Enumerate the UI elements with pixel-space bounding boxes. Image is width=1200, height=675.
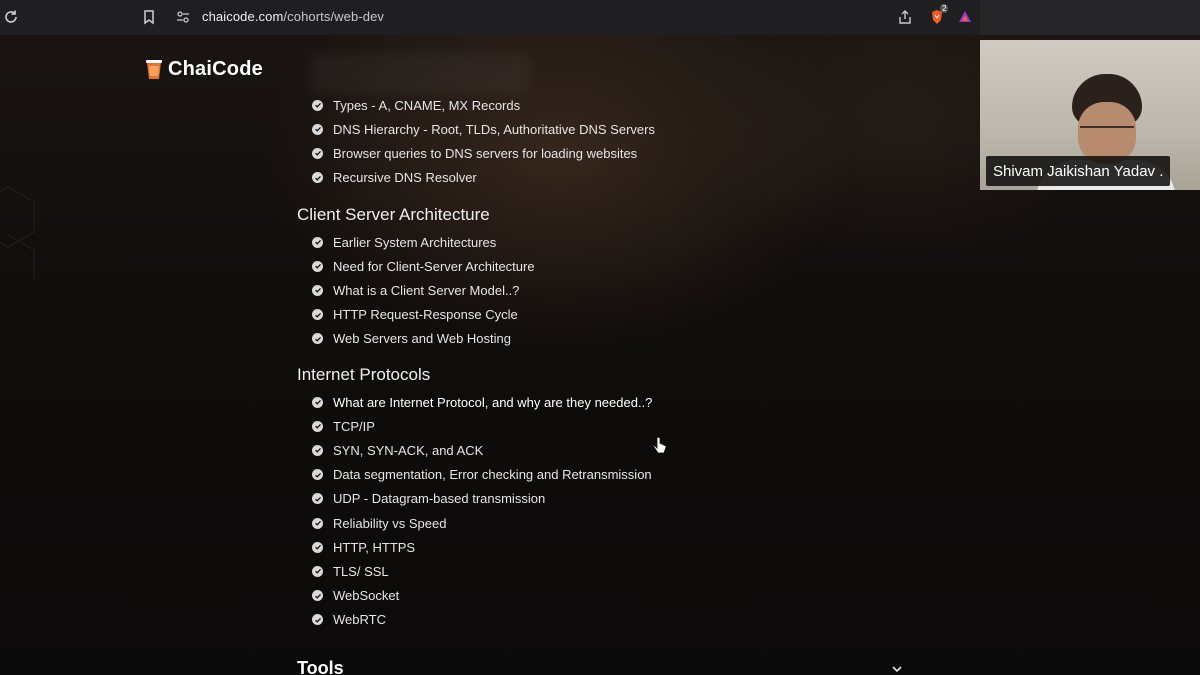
- section-title-tools[interactable]: Tools: [297, 658, 344, 675]
- share-icon[interactable]: [894, 6, 916, 28]
- site-settings-icon[interactable]: [172, 6, 194, 28]
- check-circle-icon: [312, 396, 323, 408]
- check-circle-icon: [312, 236, 323, 248]
- check-circle-icon: [312, 541, 323, 553]
- list-item-label: Need for Client-Server Architecture: [333, 258, 535, 274]
- internet-protocol-topics-list: What are Internet Protocol, and why are …: [312, 390, 652, 632]
- address-bar-url[interactable]: chaicode.com/cohorts/web-dev: [202, 9, 384, 24]
- list-item: Types - A, CNAME, MX Records: [312, 93, 655, 117]
- check-circle-icon: [312, 284, 323, 296]
- check-circle-icon: [312, 333, 323, 345]
- faded-heading: [310, 53, 530, 93]
- list-item: What is a Client Server Model..?: [312, 278, 535, 302]
- check-circle-icon: [312, 420, 323, 432]
- list-item-label: What is a Client Server Model..?: [333, 282, 520, 298]
- url-path: /cohorts/web-dev: [283, 9, 385, 24]
- webcam-name-label: Shivam Jaikishan Yadav .: [986, 156, 1171, 186]
- check-circle-icon: [312, 99, 323, 111]
- list-item-label: Data segmentation, Error checking and Re…: [333, 467, 652, 483]
- list-item-label: HTTP Request-Response Cycle: [333, 307, 518, 323]
- list-item: WebSocket: [312, 584, 652, 608]
- person-glasses: [1080, 126, 1134, 134]
- check-circle-icon: [312, 123, 323, 135]
- list-item-label: Types - A, CNAME, MX Records: [333, 97, 521, 113]
- list-item: WebRTC: [312, 608, 652, 632]
- list-item: TLS/ SSL: [312, 559, 652, 583]
- hand-pointer-icon: [653, 437, 667, 454]
- client-server-topics-list: Earlier System Architectures Need for Cli…: [312, 230, 535, 351]
- list-item: Reliability vs Speed: [312, 511, 652, 535]
- check-circle-icon: [312, 565, 323, 577]
- list-item-label: WebRTC: [333, 612, 386, 628]
- list-item: Web Servers and Web Hosting: [312, 327, 535, 351]
- list-item-label: UDP - Datagram-based transmission: [333, 491, 546, 507]
- list-item-label: Web Servers and Web Hosting: [333, 331, 511, 347]
- section-title-internet-protocols: Internet Protocols: [297, 365, 431, 384]
- check-circle-icon: [312, 493, 323, 505]
- list-item-label: WebSocket: [333, 588, 400, 604]
- browser-extensions-area: [980, 0, 1200, 40]
- brave-rewards-icon[interactable]: [954, 6, 976, 28]
- list-item-label: TLS/ SSL: [333, 563, 389, 579]
- list-item-label: Reliability vs Speed: [333, 515, 447, 531]
- check-circle-icon: [312, 444, 323, 456]
- chevron-down-icon[interactable]: [890, 662, 904, 675]
- check-circle-icon: [312, 517, 323, 529]
- brand-name: ChaiCode: [168, 57, 263, 80]
- list-item: Browser queries to DNS servers for loadi…: [312, 141, 655, 165]
- check-circle-icon: [312, 172, 323, 184]
- url-host: chaicode.com: [202, 9, 284, 24]
- list-item: TCP/IP: [312, 414, 652, 438]
- list-item: SYN, SYN-ACK, and ACK: [312, 438, 652, 462]
- list-item-label: Recursive DNS Resolver: [333, 170, 477, 186]
- list-item: Earlier System Architectures: [312, 230, 535, 254]
- list-item: What are Internet Protocol, and why are …: [312, 390, 652, 414]
- list-item: UDP - Datagram-based transmission: [312, 487, 652, 511]
- list-item-label: HTTP, HTTPS: [333, 539, 416, 555]
- check-circle-icon: [312, 309, 323, 321]
- list-item-label: TCP/IP: [333, 418, 375, 434]
- list-item: Data segmentation, Error checking and Re…: [312, 463, 652, 487]
- list-item-label: What are Internet Protocol, and why are …: [333, 394, 653, 410]
- shield-count-badge: 2: [940, 4, 949, 13]
- chai-cup-icon: [146, 60, 162, 79]
- list-item-label: Earlier System Architectures: [333, 234, 497, 250]
- list-item-label: Browser queries to DNS servers for loadi…: [333, 145, 638, 161]
- check-circle-icon: [312, 614, 323, 626]
- list-item: Recursive DNS Resolver: [312, 166, 655, 190]
- check-circle-icon: [312, 469, 323, 481]
- chaicode-logo[interactable]: ChaiCode: [144, 57, 263, 81]
- list-item-label: SYN, SYN-ACK, and ACK: [333, 442, 484, 458]
- dns-topics-list: Types - A, CNAME, MX Records DNS Hierarch…: [312, 93, 655, 190]
- brave-shield-icon[interactable]: 2: [926, 4, 949, 28]
- reload-icon[interactable]: [0, 6, 22, 28]
- list-item: HTTP, HTTPS: [312, 535, 652, 559]
- bookmark-icon[interactable]: [138, 6, 160, 28]
- list-item: HTTP Request-Response Cycle: [312, 303, 535, 327]
- list-item-label: DNS Hierarchy - Root, TLDs, Authoritativ…: [333, 121, 655, 137]
- section-title-client-server: Client Server Architecture: [297, 205, 490, 224]
- check-circle-icon: [312, 147, 323, 159]
- check-circle-icon: [312, 590, 323, 602]
- list-item: Need for Client-Server Architecture: [312, 254, 535, 278]
- check-circle-icon: [312, 260, 323, 272]
- list-item: DNS Hierarchy - Root, TLDs, Authoritativ…: [312, 117, 655, 141]
- hexagon-decoration: [0, 186, 35, 280]
